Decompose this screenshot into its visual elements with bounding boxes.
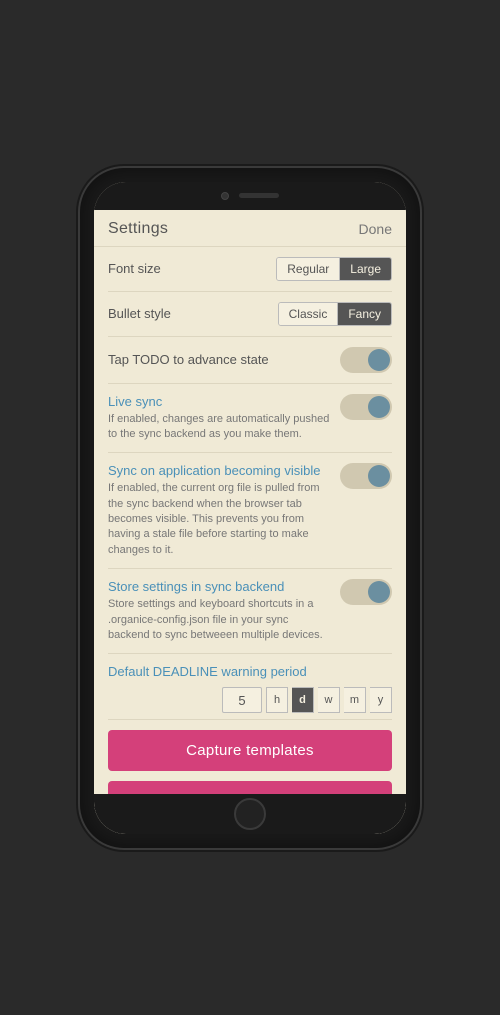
store-settings-label-group: Store settings in sync backend Store set…	[108, 579, 332, 643]
store-settings-row: Store settings in sync backend Store set…	[108, 569, 392, 654]
store-settings-toggle-container	[340, 579, 392, 605]
period-m-btn[interactable]: m	[344, 687, 366, 713]
deadline-section: Default DEADLINE warning period h d w m …	[108, 654, 392, 720]
phone-frame: Settings Done Font size Regular Large Bu…	[80, 168, 420, 848]
font-size-regular-btn[interactable]: Regular	[277, 258, 339, 280]
speaker	[239, 193, 279, 198]
tap-todo-row: Tap TODO to advance state	[108, 337, 392, 384]
bullet-style-label: Bullet style	[108, 306, 171, 321]
period-h-btn[interactable]: h	[266, 687, 288, 713]
deadline-label: Default DEADLINE warning period	[108, 664, 392, 679]
done-button[interactable]: Done	[359, 221, 392, 237]
sync-visible-title: Sync on application becoming visible	[108, 463, 332, 478]
phone-bottom	[94, 794, 406, 834]
bullet-style-fancy-btn[interactable]: Fancy	[337, 303, 391, 325]
settings-content-area: Settings Done Font size Regular Large Bu…	[94, 210, 406, 794]
deadline-value-input[interactable]	[222, 687, 262, 713]
bullet-style-classic-btn[interactable]: Classic	[279, 303, 338, 325]
period-w-btn[interactable]: w	[318, 687, 340, 713]
settings-header: Settings Done	[94, 210, 406, 247]
sync-visible-label-group: Sync on application becoming visible If …	[108, 463, 332, 558]
keyboard-shortcuts-button[interactable]: Keyboard shortcuts	[108, 781, 392, 793]
sync-visible-toggle[interactable]	[340, 463, 392, 489]
tap-todo-label: Tap TODO to advance state	[108, 352, 269, 367]
font-size-segmented: Regular Large	[276, 257, 392, 281]
tap-todo-toggle-knob	[368, 349, 390, 371]
store-settings-toggle[interactable]	[340, 579, 392, 605]
live-sync-toggle-knob	[368, 396, 390, 418]
capture-templates-button[interactable]: Capture templates	[108, 730, 392, 771]
live-sync-toggle[interactable]	[340, 394, 392, 420]
store-settings-toggle-knob	[368, 581, 390, 603]
sync-visible-row: Sync on application becoming visible If …	[108, 453, 392, 569]
period-y-btn[interactable]: y	[370, 687, 392, 713]
phone-notch	[94, 182, 406, 210]
live-sync-toggle-container	[340, 394, 392, 420]
sync-visible-toggle-container	[340, 463, 392, 489]
bullet-style-segmented: Classic Fancy	[278, 302, 392, 326]
settings-list: Font size Regular Large Bullet style Cla…	[94, 247, 406, 721]
live-sync-label-group: Live sync If enabled, changes are automa…	[108, 394, 332, 443]
home-button[interactable]	[234, 798, 266, 830]
font-size-large-btn[interactable]: Large	[339, 258, 391, 280]
live-sync-desc: If enabled, changes are automatically pu…	[108, 412, 332, 443]
sync-visible-toggle-knob	[368, 465, 390, 487]
page-title: Settings	[108, 220, 168, 238]
camera	[221, 192, 229, 200]
live-sync-row: Live sync If enabled, changes are automa…	[108, 384, 392, 454]
tap-todo-toggle[interactable]	[340, 347, 392, 373]
sync-visible-desc: If enabled, the current org file is pull…	[108, 481, 332, 558]
period-d-btn[interactable]: d	[292, 687, 314, 713]
phone-screen: Settings Done Font size Regular Large Bu…	[94, 182, 406, 834]
live-sync-title: Live sync	[108, 394, 332, 409]
store-settings-desc: Store settings and keyboard shortcuts in…	[108, 597, 332, 643]
store-settings-title: Store settings in sync backend	[108, 579, 332, 594]
tap-todo-toggle-container	[340, 347, 392, 373]
deadline-controls: h d w m y	[108, 687, 392, 713]
bullet-style-row: Bullet style Classic Fancy	[108, 292, 392, 337]
font-size-row: Font size Regular Large	[108, 247, 392, 292]
font-size-label: Font size	[108, 261, 161, 276]
